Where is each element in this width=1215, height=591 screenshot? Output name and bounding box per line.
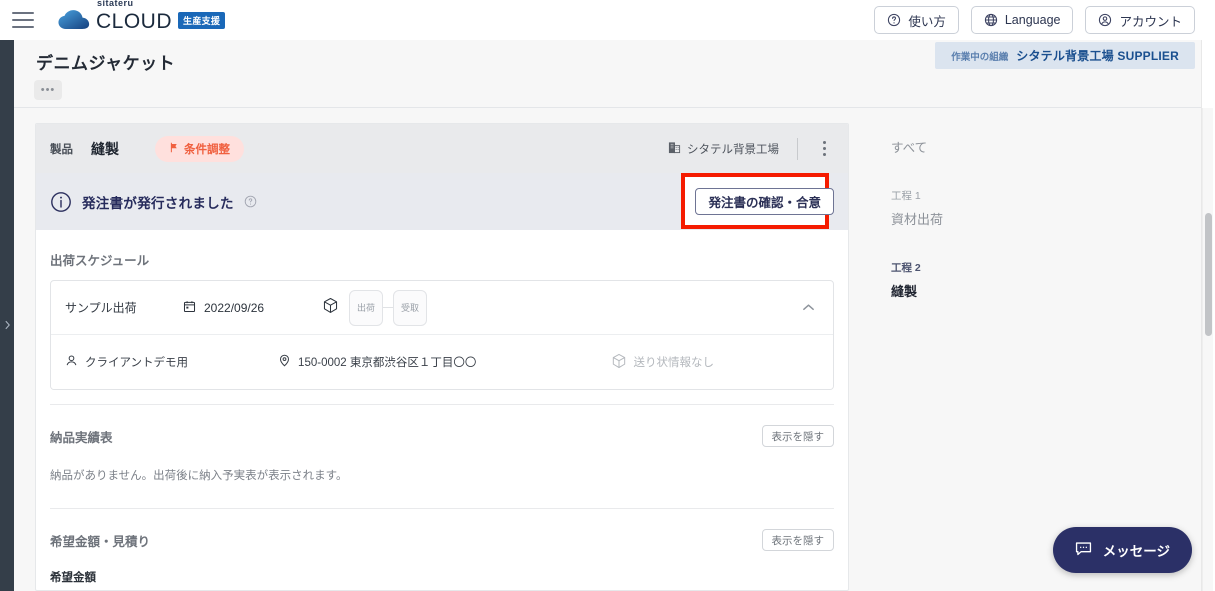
scrollbar-thumb[interactable] xyxy=(1205,213,1212,336)
card-process-name: 縫製 xyxy=(91,140,119,157)
topbar-actions: 使い方 Language アカウント xyxy=(874,6,1195,34)
status-badge-label: 条件調整 xyxy=(184,143,230,156)
alert-cta-wrap: 発注書の確認・合意 xyxy=(681,173,834,229)
quote-toggle-button[interactable]: 表示を隠す xyxy=(761,529,834,551)
account-circle-icon xyxy=(1098,13,1112,27)
shipment-name: サンプル出荷 xyxy=(65,301,137,315)
brand-badge: 生産支援 xyxy=(178,12,226,29)
more-vertical-icon[interactable] xyxy=(816,141,834,156)
working-org-value: シタテル背景工場 SUPPLIER xyxy=(1016,49,1179,63)
brand-cloud-text: CLOUD xyxy=(96,10,173,33)
side-nav-step1-label: 工程 1 xyxy=(891,190,921,202)
shipping-row: サンプル出荷 2022/09/26 出荷 受取 xyxy=(51,281,833,335)
shipment-date-group: 2022/09/26 xyxy=(183,300,264,316)
vertical-scrollbar[interactable] xyxy=(1202,108,1213,591)
chevron-up-icon[interactable] xyxy=(798,297,819,319)
help-circle-icon[interactable] xyxy=(244,195,257,208)
page-title: デニムジャケット xyxy=(36,54,176,73)
app-root: sitateru CLOUD 生産支援 使い方 Language アカウント 作… xyxy=(0,0,1215,591)
help-button[interactable]: 使い方 xyxy=(874,6,959,34)
alert-bar: 発注書が発行されました 発注書の確認・合意 xyxy=(36,173,848,230)
shipping-schedule-title: 出荷スケジュール xyxy=(50,254,150,268)
info-circle-icon xyxy=(50,191,72,213)
recipient-group: クライアントデモ用 xyxy=(65,354,188,370)
confirm-purchase-order-button[interactable]: 発注書の確認・合意 xyxy=(695,188,834,215)
header-divider xyxy=(797,137,798,160)
card-kind-label: 製品 xyxy=(50,143,73,156)
quote-section-header: 希望金額・見積り 表示を隠す xyxy=(50,509,834,551)
left-rail xyxy=(0,40,14,591)
working-org-ribbon: 作業中の組織 シタテル背景工場 SUPPLIER xyxy=(935,42,1195,69)
side-nav-step2-label: 工程 2 xyxy=(891,262,921,274)
side-nav-all[interactable]: すべて xyxy=(869,123,1069,156)
content-area: 製品 縫製 条件調整 シタテル背景工場 発注書が発行されました 発注書の確認・合… xyxy=(14,108,1202,591)
shipment-date: 2022/09/26 xyxy=(204,300,265,315)
address-text: 150-0002 東京都渋谷区１丁目〇〇 xyxy=(298,357,477,369)
package-icon xyxy=(611,353,627,372)
brand-logo[interactable]: sitateru CLOUD 生産支援 xyxy=(56,0,226,33)
sidebar-expand-handle[interactable] xyxy=(0,315,14,335)
question-circle-icon xyxy=(887,13,901,27)
top-bar: sitateru CLOUD 生産支援 使い方 Language アカウント xyxy=(0,0,1215,40)
delivery-section-title: 納品実績表 xyxy=(50,430,113,445)
status-badge[interactable]: 条件調整 xyxy=(155,135,244,162)
package-icon xyxy=(322,297,339,319)
globe-icon xyxy=(984,13,998,27)
alert-message: 発注書が発行されました xyxy=(82,195,234,211)
brand-sitateru-text: sitateru xyxy=(97,0,134,8)
chevron-right-icon xyxy=(5,320,10,330)
delivery-toggle-button[interactable]: 表示を隠す xyxy=(761,425,834,447)
card-body: 出荷スケジュール サンプル出荷 2022/09/26 出荷 受取 クライアントデ… xyxy=(36,230,848,585)
side-nav-step2-name: 縫製 xyxy=(891,284,918,299)
delivery-empty-note: 納品がありません。出荷後に納入予実表が表示されます。 xyxy=(50,470,348,482)
process-card: 製品 縫製 条件調整 シタテル背景工場 発注書が発行されました 発注書の確認・合… xyxy=(35,123,849,591)
shipping-box: サンプル出荷 2022/09/26 出荷 受取 クライアントデモ用 150-00… xyxy=(50,280,834,390)
flag-icon xyxy=(169,142,179,156)
step-chip-receive[interactable]: 受取 xyxy=(393,289,428,326)
shipping-detail-row: クライアントデモ用 150-0002 東京都渋谷区１丁目〇〇 送り状情報なし xyxy=(51,335,833,389)
recipient-name: クライアントデモ用 xyxy=(85,357,189,369)
flag-glyph xyxy=(170,142,177,152)
language-button-label: Language xyxy=(1004,13,1061,27)
address-group: 150-0002 東京都渋谷区１丁目〇〇 xyxy=(278,354,476,370)
card-header-right: シタテル背景工場 xyxy=(668,137,834,160)
calendar-icon xyxy=(183,300,196,316)
desired-amount-label: 希望金額 xyxy=(50,572,96,584)
side-nav-item-step1[interactable]: 工程 1 資材出荷 xyxy=(869,156,1069,228)
waybill-group: 送り状情報なし xyxy=(611,353,715,372)
waybill-text: 送り状情報なし xyxy=(633,357,715,369)
chat-icon xyxy=(1075,541,1092,559)
step-chip-ship[interactable]: 出荷 xyxy=(349,289,384,326)
building-icon xyxy=(668,141,681,157)
location-pin-icon xyxy=(278,354,291,370)
delivery-section-header: 納品実績表 表示を隠す xyxy=(50,405,834,447)
factory-chip[interactable]: シタテル背景工場 xyxy=(668,141,779,157)
factory-name: シタテル背景工場 xyxy=(687,143,779,156)
card-header: 製品 縫製 条件調整 シタテル背景工場 xyxy=(36,124,848,173)
page-more-button[interactable]: ••• xyxy=(34,80,62,100)
side-nav-step1-name: 資材出荷 xyxy=(891,212,944,227)
account-button-label: アカウント xyxy=(1119,14,1182,29)
step-connector xyxy=(383,307,394,308)
person-icon xyxy=(65,354,78,370)
shipment-steps: 出荷 受取 xyxy=(322,289,428,326)
help-button-label: 使い方 xyxy=(908,14,946,29)
quote-section-title: 希望金額・見積り xyxy=(50,534,151,549)
side-nav-item-step2[interactable]: 工程 2 縫製 xyxy=(869,228,1069,300)
working-org-label: 作業中の組織 xyxy=(951,51,1009,63)
message-button[interactable]: メッセージ xyxy=(1052,527,1192,573)
message-button-label: メッセージ xyxy=(1102,544,1170,559)
process-side-nav: すべて 工程 1 資材出荷 工程 2 縫製 xyxy=(869,123,1069,300)
hamburger-icon[interactable] xyxy=(12,12,34,28)
cloud-icon xyxy=(56,8,92,32)
language-button[interactable]: Language xyxy=(970,6,1074,34)
account-button[interactable]: アカウント xyxy=(1085,6,1195,34)
